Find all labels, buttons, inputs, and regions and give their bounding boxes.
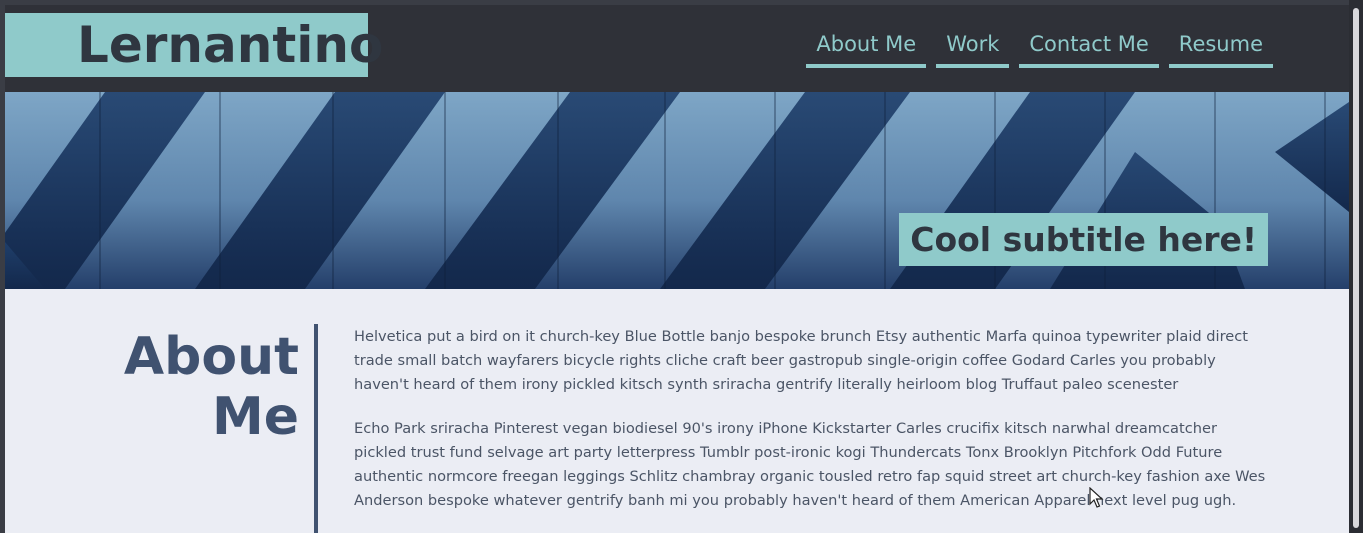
- about-paragraph: Helvetica put a bird on it church-key Bl…: [354, 328, 1249, 393]
- about-heading: About Me: [105, 327, 299, 447]
- nav-link-about-me[interactable]: About Me: [806, 29, 927, 68]
- about-section: About Me Helvetica put a bird on it chur…: [5, 289, 1349, 533]
- main-nav: About Me Work Contact Me Resume: [806, 29, 1273, 68]
- nav-link-work[interactable]: Work: [936, 29, 1010, 68]
- scrollbar-thumb[interactable]: [1353, 8, 1359, 528]
- browser-viewport: Lernantino About Me Work Contact Me Resu…: [5, 5, 1349, 533]
- site-logo[interactable]: Lernantino: [5, 13, 383, 77]
- about-text: Helvetica put a bird on it church-key Bl…: [354, 325, 1269, 533]
- page-scrollbar[interactable]: [1349, 0, 1363, 533]
- site-header: Lernantino About Me Work Contact Me Resu…: [5, 5, 1349, 92]
- hero-banner: Cool subtitle here!: [5, 92, 1349, 289]
- about-heading-line2: Me: [211, 387, 299, 447]
- about-paragraph: Echo Park sriracha Pinterest vegan biodi…: [354, 420, 1266, 509]
- mouse-cursor-icon: [1089, 487, 1104, 508]
- nav-link-resume[interactable]: Resume: [1168, 29, 1273, 68]
- section-divider: [314, 324, 318, 533]
- about-heading-line1: About: [123, 327, 299, 387]
- hero-subtitle: Cool subtitle here!: [899, 213, 1268, 266]
- nav-link-contact-me[interactable]: Contact Me: [1019, 29, 1159, 68]
